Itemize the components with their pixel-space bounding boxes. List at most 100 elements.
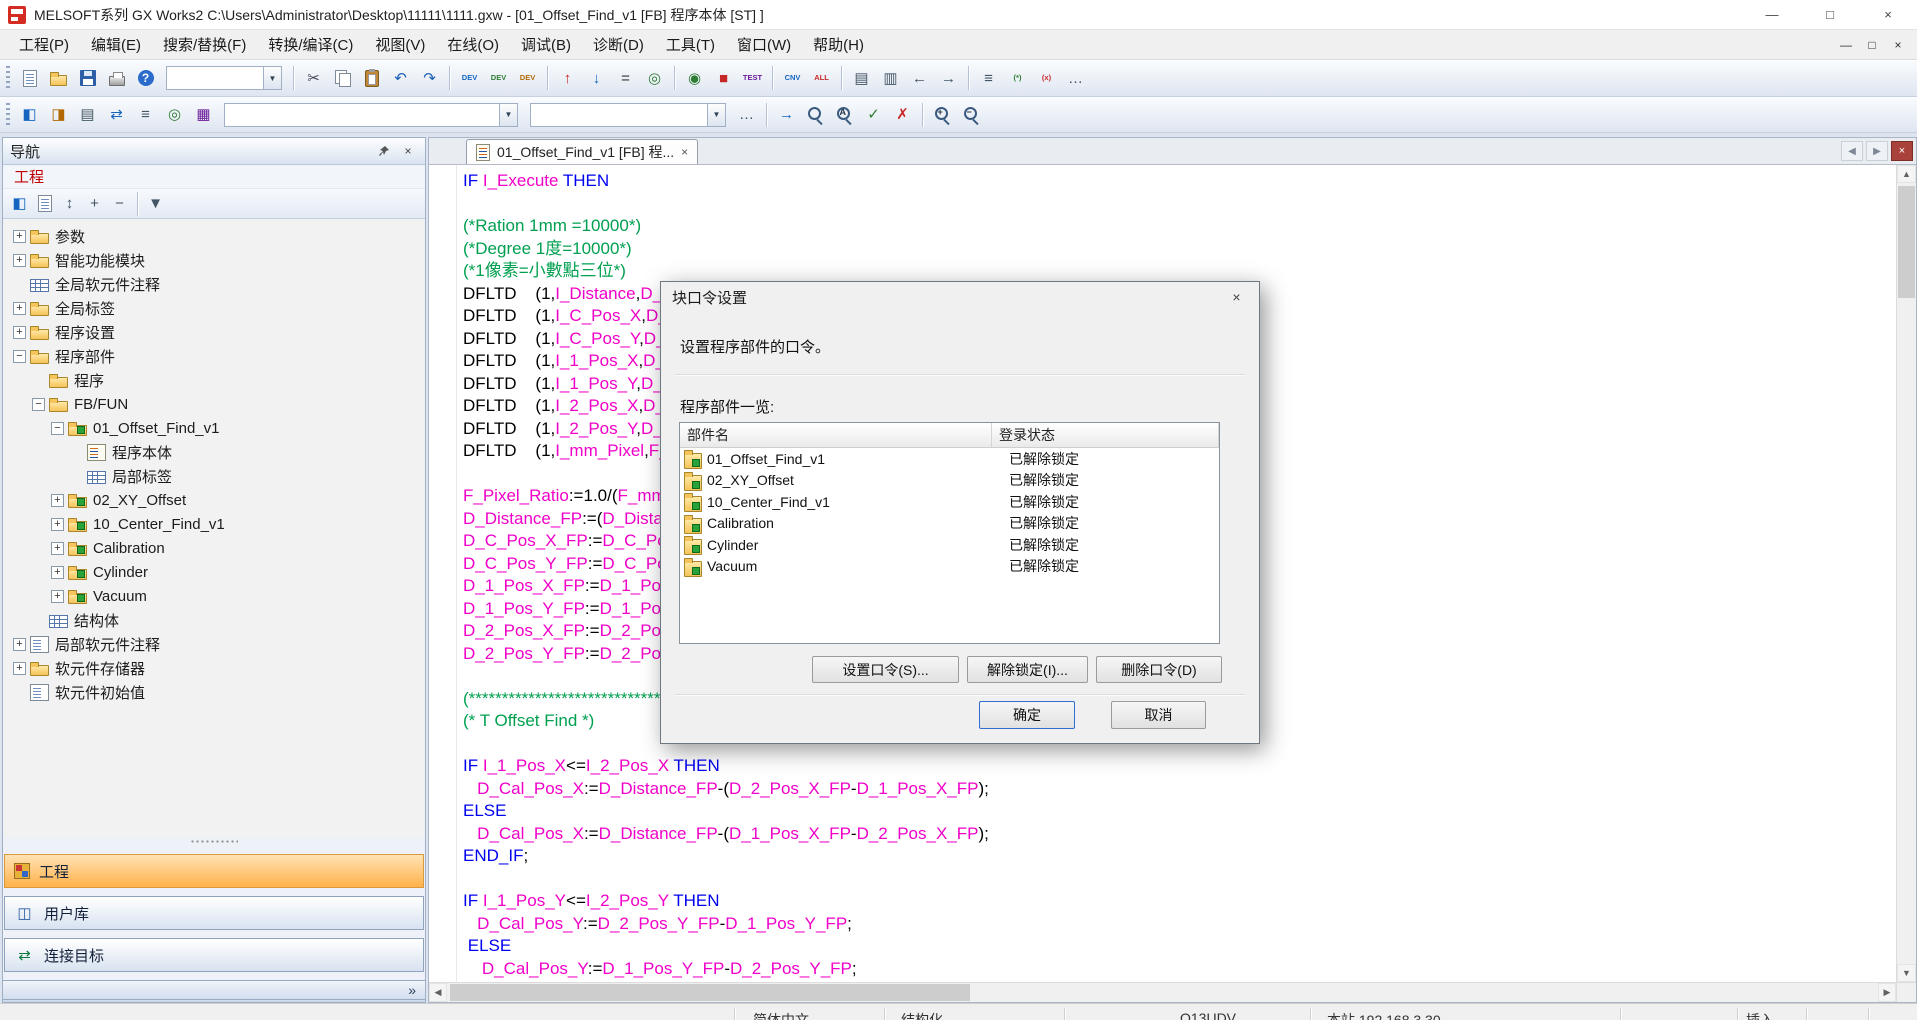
help-button[interactable]: ? [131, 64, 160, 93]
mdi-minimize-button[interactable]: — [1833, 34, 1859, 56]
navigation-close-icon[interactable]: × [398, 142, 418, 160]
tab-01-offset-find-v1[interactable]: 01_Offset_Find_v1 [FB] 程... × [466, 139, 698, 164]
stack-button-project[interactable]: 工程 [4, 854, 424, 888]
read-from-plc-button[interactable]: ↓ [582, 64, 611, 93]
comment-out-button[interactable]: (*) [1003, 64, 1032, 93]
tree-expander-program-setting[interactable]: + [13, 326, 26, 339]
find-condition-input[interactable] [531, 104, 707, 126]
output-window-button[interactable]: ▤ [73, 100, 102, 129]
rebuild-all-button[interactable]: ALL [807, 64, 836, 93]
new-data-button[interactable] [32, 191, 57, 216]
remote-operation-button[interactable]: ◎ [640, 64, 669, 93]
stack-button-user-library[interactable]: ◫用户库 [4, 896, 424, 930]
view-selector-more-button[interactable]: » [3, 980, 425, 1000]
filter-menu-button[interactable]: ▼ [143, 191, 168, 216]
tree-item-structured-data-types[interactable]: 结构体 [7, 608, 425, 632]
navigation-splitter[interactable] [3, 837, 425, 846]
menu-item-7[interactable]: 诊断(D) [582, 34, 655, 55]
tab-scroll-right-button[interactable]: ▶ [1866, 141, 1888, 161]
menu-item-4[interactable]: 视图(V) [364, 34, 436, 55]
scroll-down-icon[interactable]: ▼ [1897, 964, 1916, 982]
mdi-restore-button[interactable]: □ [1859, 34, 1885, 56]
cancel-button[interactable]: 取消 [1111, 701, 1206, 729]
indent-right-button[interactable]: → [934, 64, 963, 93]
minimize-button[interactable]: — [1743, 0, 1801, 29]
tree-item-program[interactable]: 程序 [7, 368, 425, 392]
find-target-dropdown-icon[interactable]: ▼ [499, 104, 517, 126]
tree-item-global-device-comment[interactable]: 全局软元件注释 [7, 272, 425, 296]
undo-button[interactable]: ↶ [386, 64, 415, 93]
delete-row-button[interactable]: ▥ [876, 64, 905, 93]
mdi-close-button[interactable]: × [1885, 34, 1911, 56]
device-test-button[interactable]: TEST [738, 64, 767, 93]
device-list-button[interactable]: ≡ [131, 100, 160, 129]
tree-item-fb-fun[interactable]: −FB/FUN [7, 392, 425, 416]
vertical-scrollbar[interactable]: ▲ ▼ [1896, 165, 1916, 982]
tree-expander-fb-fun[interactable]: − [32, 398, 45, 411]
print-button[interactable] [102, 64, 131, 93]
device-initial-button[interactable]: DEV [513, 64, 542, 93]
tree-expander-local-device-comment[interactable]: + [13, 638, 26, 651]
tree-item-local-label[interactable]: 局部标签 [7, 464, 425, 488]
zoom-in-button[interactable]: + [928, 100, 957, 129]
element-selection-window-button[interactable]: ◨ [44, 100, 73, 129]
tree-expander-center-find-v1[interactable]: + [51, 518, 64, 531]
menu-item-0[interactable]: 工程(P) [8, 34, 80, 55]
unlock-button[interactable]: 解除锁定(I)... [967, 656, 1088, 683]
cut-button[interactable]: ✂ [299, 64, 328, 93]
tree-item-program-body[interactable]: 程序本体 [7, 440, 425, 464]
start-monitor-button[interactable]: ◉ [680, 64, 709, 93]
scroll-left-icon[interactable]: ◀ [429, 983, 447, 1002]
write-to-plc-button[interactable]: ↑ [553, 64, 582, 93]
dialog-close-button[interactable]: × [1214, 282, 1259, 312]
tree-item-global-label[interactable]: +全局标签 [7, 296, 425, 320]
verify-with-plc-button[interactable]: = [611, 64, 640, 93]
indent-left-button[interactable]: ← [905, 64, 934, 93]
zoom-out-button[interactable]: − [957, 100, 986, 129]
scroll-up-icon[interactable]: ▲ [1897, 165, 1916, 183]
toolbar-grip-2[interactable] [6, 103, 10, 127]
tree-item-local-device-comment[interactable]: +局部软元件注释 [7, 632, 425, 656]
toolbar-grip[interactable] [6, 66, 10, 90]
find-condition-dropdown-icon[interactable]: ▼ [707, 104, 725, 126]
tree-expander-cylinder[interactable]: + [51, 566, 64, 579]
window-display-input[interactable] [167, 67, 263, 89]
tree-item-center-find-v1[interactable]: +10_Center_Find_v1 [7, 512, 425, 536]
cross-reference-button[interactable]: ⇄ [102, 100, 131, 129]
tree-expander-offset-find-v1[interactable]: − [51, 422, 64, 435]
navigation-window-button[interactable]: ◧ [15, 100, 44, 129]
register-watch-button[interactable]: ✓ [859, 100, 888, 129]
menu-item-1[interactable]: 编辑(E) [80, 34, 152, 55]
copy-button[interactable] [328, 64, 357, 93]
tree-item-vacuum[interactable]: +Vacuum [7, 584, 425, 608]
menu-item-5[interactable]: 在线(O) [436, 34, 510, 55]
redo-button[interactable]: ↷ [415, 64, 444, 93]
horizontal-scrollbar[interactable]: ◀ ▶ [429, 982, 1916, 1002]
maximize-button[interactable]: □ [1801, 0, 1859, 29]
dialog-row-vacuum[interactable]: Vacuum已解除锁定 [680, 556, 1219, 578]
stop-monitor-button[interactable]: ■ [709, 64, 738, 93]
dialog-row-01-offset-find-v1[interactable]: 01_Offset_Find_v1已解除锁定 [680, 448, 1219, 470]
save-project-button[interactable] [73, 64, 102, 93]
find-target-input[interactable] [225, 104, 499, 126]
tree-item-program-setting[interactable]: +程序设置 [7, 320, 425, 344]
browse-target-button[interactable]: … [732, 100, 761, 129]
collapse-all-button[interactable]: − [107, 191, 132, 216]
view-switch-button[interactable]: ◧ [7, 191, 32, 216]
watch-window-button[interactable]: ◎ [160, 100, 189, 129]
tree-item-parameter[interactable]: +参数 [7, 224, 425, 248]
insert-row-button[interactable]: ▤ [847, 64, 876, 93]
close-button[interactable]: × [1859, 0, 1917, 29]
menu-item-3[interactable]: 转换/编译(C) [257, 34, 364, 55]
options-button[interactable]: … [1061, 64, 1090, 93]
dialog-row-calibration[interactable]: Calibration已解除锁定 [680, 513, 1219, 535]
tree-expander-intelligent-function-module[interactable]: + [13, 254, 26, 267]
dialog-row-02-xy-offset[interactable]: 02_XY_Offset已解除锁定 [680, 470, 1219, 492]
delete-watch-button[interactable]: ✗ [888, 100, 917, 129]
expand-all-button[interactable]: + [82, 191, 107, 216]
uncomment-button[interactable]: (x) [1032, 64, 1061, 93]
jump-button[interactable]: → [772, 100, 801, 129]
tree-item-device-memory-node[interactable]: +软元件存储器 [7, 656, 425, 680]
display-template-button[interactable]: ≡ [974, 64, 1003, 93]
sort-button[interactable]: ↕ [57, 191, 82, 216]
